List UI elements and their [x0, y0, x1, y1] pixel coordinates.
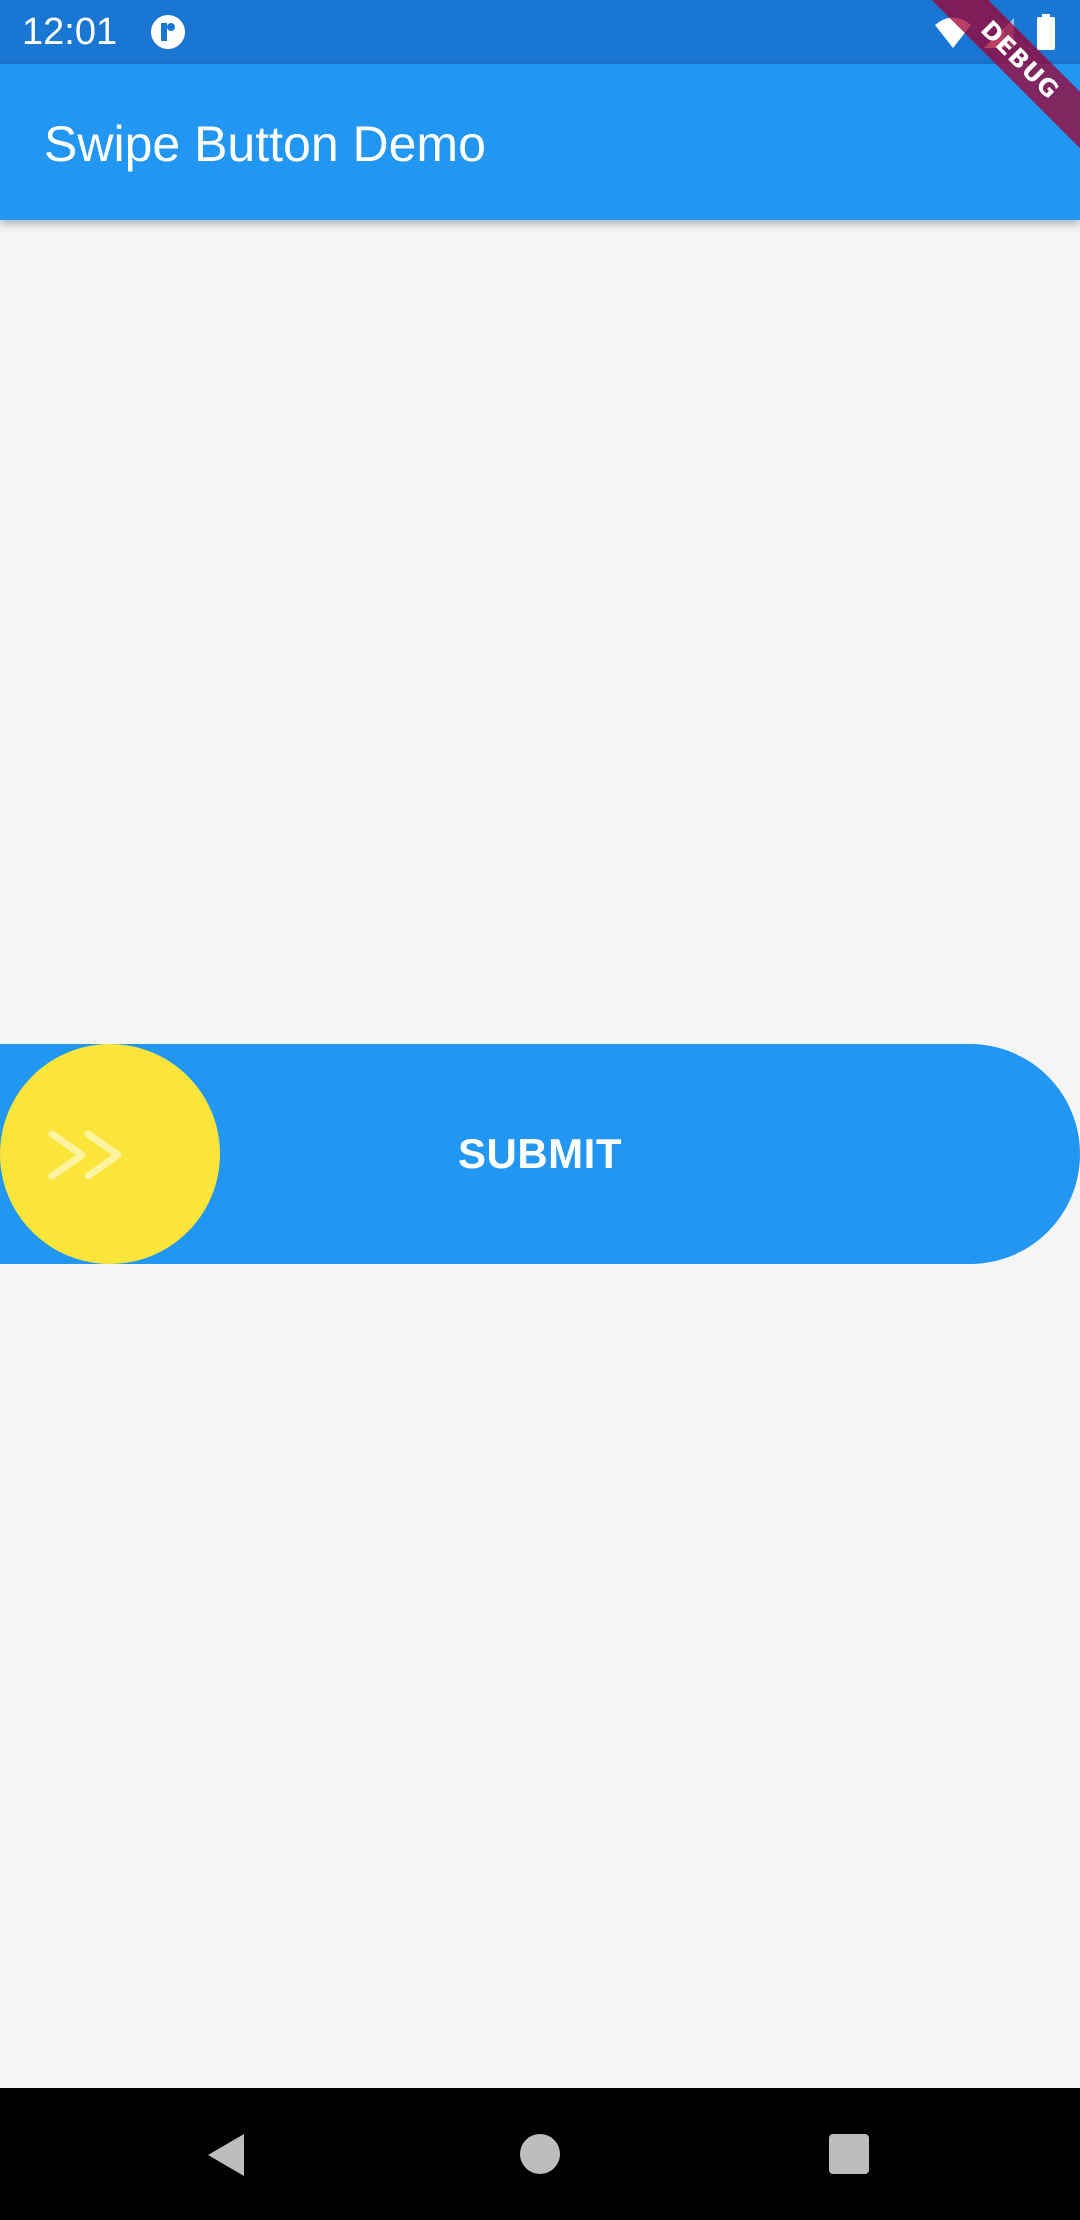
recents-icon[interactable] [829, 2134, 869, 2174]
signal-icon [982, 16, 1016, 50]
home-icon[interactable] [520, 2134, 560, 2174]
notification-icon [150, 14, 186, 50]
double-chevron-right-icon [48, 1130, 134, 1180]
main-content: SUBMIT [0, 220, 1080, 2088]
status-time: 12:01 [22, 11, 118, 53]
wifi-icon [935, 16, 971, 50]
app-screen: 12:01 Swipe Button Demo DEBUG SUBMIT [0, 0, 1080, 2220]
app-bar: Swipe Button Demo [0, 64, 1080, 220]
app-title: Swipe Button Demo [44, 116, 486, 172]
status-bar: 12:01 [0, 0, 1080, 64]
navigation-bar [0, 2088, 1080, 2220]
back-icon[interactable] [206, 2132, 246, 2178]
swipe-button[interactable]: SUBMIT [0, 1044, 1080, 1264]
battery-icon [1036, 14, 1056, 50]
swipe-thumb[interactable] [0, 1044, 220, 1264]
